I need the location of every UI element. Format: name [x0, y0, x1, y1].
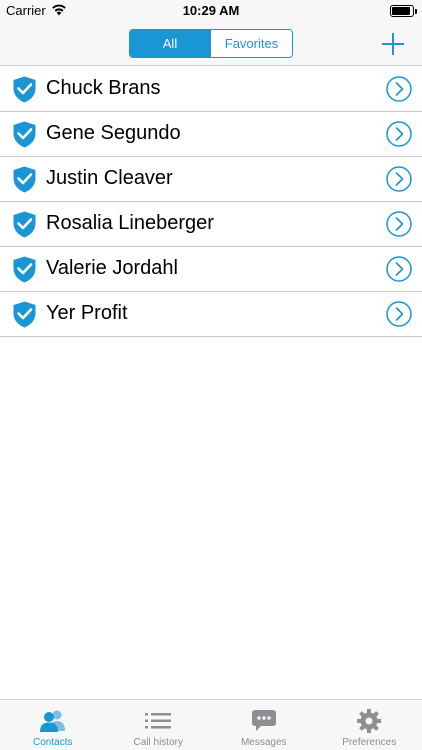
tab-bar: Contacts Call history Messages Preferenc…: [0, 699, 422, 750]
contact-name: Gene Segundo: [46, 122, 181, 144]
status-bar: Carrier 10:29 AM: [0, 0, 422, 22]
contacts-icon: [39, 710, 65, 732]
chevron-right-circle-icon[interactable]: [386, 256, 412, 282]
contact-name: Justin Cleaver: [46, 167, 173, 189]
tab-messages[interactable]: Messages: [211, 700, 317, 750]
chevron-right-circle-icon[interactable]: [386, 211, 412, 237]
shield-check-icon: [13, 166, 36, 193]
tab-label: Call history: [133, 737, 183, 748]
battery-level: [392, 7, 410, 15]
contact-row[interactable]: Rosalia Lineberger: [0, 202, 422, 247]
tab-contacts[interactable]: Contacts: [0, 700, 106, 750]
status-time: 10:29 AM: [182, 3, 240, 18]
navigation-bar: All Favorites: [0, 22, 422, 66]
contact-row[interactable]: Justin Cleaver: [0, 157, 422, 202]
battery-icon: [390, 5, 417, 17]
chevron-right-circle-icon[interactable]: [386, 166, 412, 192]
shield-check-icon: [13, 211, 36, 238]
chevron-right-circle-icon[interactable]: [386, 301, 412, 327]
add-contact-button[interactable]: [382, 33, 404, 55]
contact-list: Chuck Brans Gene Segundo Justin Cleaver: [0, 67, 422, 337]
shield-check-icon: [13, 76, 36, 103]
tab-label: Contacts: [33, 737, 73, 748]
tab-label: Messages: [240, 737, 287, 748]
contact-row[interactable]: Chuck Brans: [0, 67, 422, 112]
tab-label: Preferences: [342, 737, 397, 748]
segment-favorites[interactable]: Favorites: [210, 30, 292, 57]
tab-preferences[interactable]: Preferences: [317, 700, 422, 750]
chat-bubble-icon: [251, 710, 276, 731]
segment-all[interactable]: All: [130, 30, 210, 57]
battery-tip: [415, 9, 417, 14]
chevron-right-circle-icon[interactable]: [386, 121, 412, 147]
contact-name: Valerie Jordahl: [46, 257, 178, 279]
chevron-right-circle-icon[interactable]: [386, 76, 412, 102]
contact-row[interactable]: Valerie Jordahl: [0, 247, 422, 292]
gear-icon: [357, 709, 382, 733]
contact-row[interactable]: Gene Segundo: [0, 112, 422, 157]
tab-call-history[interactable]: Call history: [106, 700, 212, 750]
contact-name: Yer Profit: [46, 302, 128, 324]
filter-segmented-control: All Favorites: [129, 29, 293, 58]
contact-name: Rosalia Lineberger: [46, 212, 214, 234]
contact-name: Chuck Brans: [46, 77, 161, 99]
shield-check-icon: [13, 256, 36, 283]
shield-check-icon: [13, 121, 36, 148]
shield-check-icon: [13, 301, 36, 328]
contact-row[interactable]: Yer Profit: [0, 292, 422, 337]
list-icon: [145, 713, 172, 729]
